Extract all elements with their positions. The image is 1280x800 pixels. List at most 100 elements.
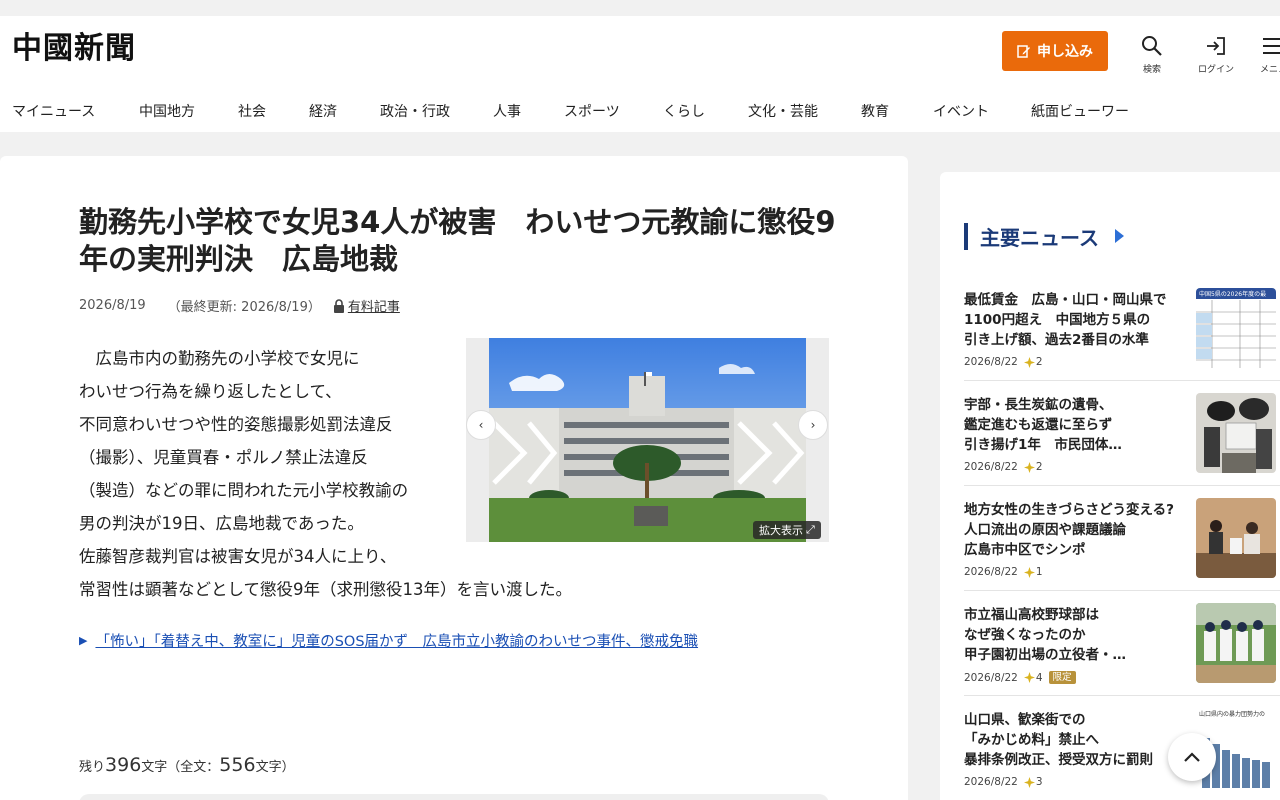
news-title: 宇部・長生炭鉱の遺骨、 鑑定進むも返還に至らず 引き揚げ1年 市民団体… <box>964 395 1186 455</box>
news-title-line: 鑑定進むも返還に至らず <box>964 417 1113 433</box>
news-date: 2026/8/22 <box>964 776 1018 788</box>
reaction-count: 2 <box>1023 461 1043 473</box>
news-divider <box>964 590 1280 591</box>
nav-economy[interactable]: 経済 <box>309 101 380 121</box>
news-date: 2026/8/22 <box>964 671 1018 684</box>
zoom-button[interactable]: 拡大表示 ⤢ <box>753 521 821 539</box>
sidebar-main-news: 主要ニュース 最低賃金 広島・山口・岡山県で 1100円超え 中国地方５県の 引… <box>940 172 1280 800</box>
total-count: 556 <box>219 754 256 776</box>
news-title-line: 人口流出の原因や課題議論 <box>964 522 1126 538</box>
sidebar-heading[interactable]: 主要ニュース <box>964 222 1125 250</box>
wage-table-image: 中国5県の2026年度の最 <box>1196 288 1276 368</box>
article-photo[interactable] <box>489 338 806 542</box>
remaining-prefix: 残り <box>79 760 106 775</box>
sparkle-icon <box>1023 776 1035 788</box>
carousel-prev-button[interactable]: ‹ <box>466 410 496 440</box>
limited-badge: 限定 <box>1048 671 1076 684</box>
chevron-left-icon: ‹ <box>478 418 484 432</box>
sparkle-icon <box>1023 356 1035 368</box>
news-thumbnail: 中国5県の2026年度の最 <box>1196 288 1276 368</box>
nav-paper-viewer[interactable]: 紙面ビューワー <box>1031 101 1141 121</box>
nav-culture[interactable]: 文化・芸能 <box>748 101 861 121</box>
news-title-line: なぜ強くなったのか <box>964 627 1086 643</box>
category-nav: マイニュース 中国地方 社会 経済 政治・行政 人事 スポーツ くらし 文化・芸… <box>12 101 1141 121</box>
top-strip <box>0 0 1280 16</box>
nav-my-news[interactable]: マイニュース <box>12 101 139 121</box>
zoom-label: 拡大表示 <box>759 524 803 537</box>
nav-events[interactable]: イベント <box>933 101 1031 121</box>
paywall-box-top <box>79 794 829 800</box>
related-article: ▶ 「怖い」「着替え中、教室に」児童のSOS届かず 広島市立小教諭のわいせつ事件… <box>79 630 698 651</box>
news-title: 最低賃金 広島・山口・岡山県で 1100円超え 中国地方５県の 引き上げ額、過去… <box>964 290 1186 350</box>
sparkle-icon <box>1023 566 1035 578</box>
chevron-right-icon <box>1115 229 1124 243</box>
back-to-top-button[interactable] <box>1168 733 1216 781</box>
news-title-line: 最低賃金 広島・山口・岡山県で <box>964 292 1167 308</box>
reaction-count: 2 <box>1023 356 1043 368</box>
search-icon <box>1142 36 1162 56</box>
sidebar-heading-text: 主要ニュース <box>980 225 1099 250</box>
article-date: 2026/8/19 <box>79 298 146 313</box>
photo-carousel: ‹ › 拡大表示 ⤢ <box>466 338 829 542</box>
triangle-right-icon: ▶ <box>79 634 88 647</box>
news-thumbnail <box>1196 498 1276 578</box>
nav-education[interactable]: 教育 <box>861 101 933 121</box>
paid-article-label: 有料記事 <box>347 300 400 315</box>
remaining-mid: 文字（全文： <box>141 760 220 775</box>
remaining-count: 396 <box>105 754 142 776</box>
nav-personnel[interactable]: 人事 <box>493 101 564 121</box>
article-updated: （最終更新: 2026/8/19） <box>167 300 321 315</box>
reaction-number: 4 <box>1035 671 1043 684</box>
nav-living[interactable]: くらし <box>663 101 748 121</box>
news-title-line: 暴排条例改正、授受双方に罰則 <box>964 752 1153 768</box>
lock-icon <box>333 298 344 313</box>
news-title: 山口県、歓楽街での 「みかじめ料」禁止へ 暴排条例改正、授受双方に罰則 <box>964 710 1186 770</box>
nav-chugoku[interactable]: 中国地方 <box>139 101 238 121</box>
remaining-chars: 残り396文字（全文：556文字） <box>79 754 295 776</box>
news-title-line: 引き揚げ1年 市民団体… <box>964 437 1122 453</box>
article-line: 常習性は顕著などとして懲役9年（求刑懲役13年）を言い渡した。 <box>79 580 572 599</box>
news-item[interactable]: 最低賃金 広島・山口・岡山県で 1100円超え 中国地方５県の 引き上げ額、過去… <box>964 288 1280 368</box>
edit-icon <box>1017 45 1030 58</box>
related-article-link[interactable]: 「怖い」「着替え中、教室に」児童のSOS届かず 広島市立小教諭のわいせつ事件、懲… <box>95 630 698 651</box>
sparkle-icon <box>1023 672 1035 683</box>
login-button[interactable]: ログイン <box>1186 34 1246 75</box>
news-item[interactable]: 山口県、歓楽街での 「みかじめ料」禁止へ 暴排条例改正、授受双方に罰則 2026… <box>964 708 1280 788</box>
news-thumbnail <box>1196 393 1276 473</box>
news-item[interactable]: 宇部・長生炭鉱の遺骨、 鑑定進むも返還に至らず 引き揚げ1年 市民団体… 202… <box>964 393 1280 473</box>
site-logo[interactable]: 中國新聞 <box>12 34 136 64</box>
reaction-number: 1 <box>1035 566 1043 578</box>
news-date: 2026/8/22 <box>964 356 1018 368</box>
nav-sports[interactable]: スポーツ <box>564 101 663 121</box>
news-item[interactable]: 市立福山高校野球部は なぜ強くなったのか 甲子園初出場の立役者・… 2026/8… <box>964 603 1280 684</box>
reaction-number: 2 <box>1035 461 1043 473</box>
reaction-number: 2 <box>1035 356 1043 368</box>
nav-politics[interactable]: 政治・行政 <box>380 101 493 121</box>
remaining-suffix: 文字） <box>255 760 295 775</box>
news-title-line: 引き上げ額、過去2番目の水準 <box>964 332 1149 348</box>
news-divider <box>964 380 1280 381</box>
news-item[interactable]: 地方女性の生きづらさどう変える? 人口流出の原因や課題議論 広島市中区でシンポ … <box>964 498 1280 578</box>
news-divider <box>964 485 1280 486</box>
news-date: 2026/8/22 <box>964 566 1018 578</box>
news-title: 市立福山高校野球部は なぜ強くなったのか 甲子園初出場の立役者・… <box>964 605 1186 665</box>
nav-society[interactable]: 社会 <box>238 101 309 121</box>
symposium-image <box>1196 498 1276 578</box>
news-title-line: 1100円超え 中国地方５県の <box>964 312 1151 328</box>
search-button[interactable]: 検索 <box>1122 34 1182 75</box>
press-photo-image <box>1196 393 1276 473</box>
article-title: 勤務先小学校で女児34人が被害 わいせつ元教諭に懲役9年の実刑判決 広島地裁 <box>79 205 836 276</box>
reaction-count: 4 <box>1023 671 1043 684</box>
menu-label: メニュー <box>1260 65 1280 75</box>
carousel-next-button[interactable]: › <box>798 410 828 440</box>
article-meta: 2026/8/19 （最終更新: 2026/8/19） 有料記事 <box>79 296 400 315</box>
paid-article-link[interactable]: 有料記事 <box>333 296 400 315</box>
reaction-count: 3 <box>1023 776 1043 788</box>
apply-button[interactable]: 申し込み <box>1002 31 1108 71</box>
hamburger-icon <box>1263 38 1280 54</box>
login-icon <box>1207 37 1225 55</box>
menu-button[interactable]: メニュー <box>1250 34 1280 75</box>
thumb-caption: 中国5県の2026年度の最 <box>1199 290 1266 298</box>
heading-accent-bar <box>964 222 968 250</box>
news-divider <box>964 695 1280 696</box>
